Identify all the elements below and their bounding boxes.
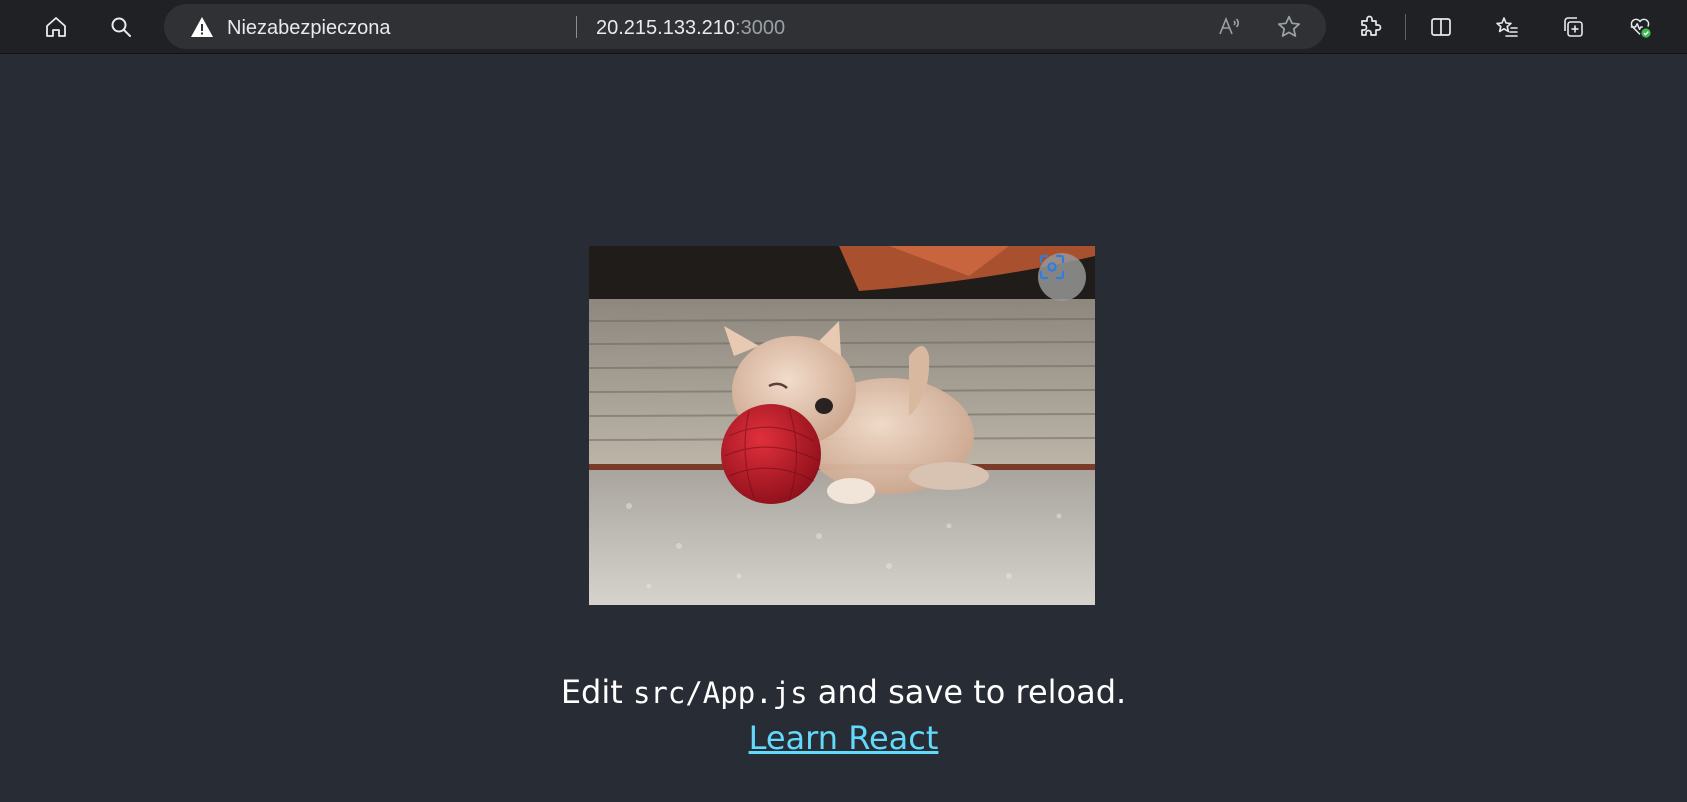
collections-button[interactable] bbox=[1553, 7, 1593, 47]
edit-instructions: Edit src/App.js and save to reload. bbox=[0, 672, 1687, 713]
split-screen-button[interactable] bbox=[1421, 7, 1461, 47]
url-port: :3000 bbox=[735, 17, 786, 39]
security-status-label[interactable]: Niezabezpieczona bbox=[227, 18, 390, 38]
kitten-image bbox=[589, 246, 1095, 605]
favorites-list-icon bbox=[1496, 17, 1518, 37]
edit-suffix: and save to reload. bbox=[807, 673, 1127, 711]
browser-essentials-button[interactable] bbox=[1620, 7, 1660, 47]
add-favorite-button[interactable] bbox=[1274, 12, 1304, 42]
react-app: Edit src/App.js and save to reload. Lear… bbox=[0, 54, 1687, 802]
favorites-button[interactable] bbox=[1487, 7, 1527, 47]
search-icon bbox=[111, 17, 131, 37]
address-bar[interactable]: Niezabezpieczona 20.215.133.210:3000 bbox=[164, 4, 1326, 49]
warning-icon bbox=[191, 17, 213, 37]
url-host: 20.215.133.210 bbox=[596, 17, 736, 39]
collections-icon bbox=[1564, 17, 1583, 37]
browser-essentials-icon bbox=[1630, 18, 1651, 38]
split-screen-icon bbox=[1431, 18, 1451, 36]
edit-prefix: Edit bbox=[560, 673, 633, 711]
browser-toolbar: Niezabezpieczona 20.215.133.210:3000 bbox=[0, 0, 1687, 54]
home-icon bbox=[46, 17, 66, 37]
url-text[interactable]: 20.215.133.210:3000 bbox=[596, 18, 785, 38]
read-aloud-button[interactable] bbox=[1214, 12, 1244, 42]
search-button[interactable] bbox=[101, 7, 141, 47]
extensions-button[interactable] bbox=[1350, 7, 1390, 47]
learn-react-container: Learn React bbox=[0, 718, 1687, 758]
edit-code-path: src/App.js bbox=[632, 676, 808, 710]
kitten-gif bbox=[589, 246, 1095, 605]
address-separator bbox=[576, 16, 577, 38]
read-aloud-icon bbox=[1219, 16, 1240, 35]
home-button[interactable] bbox=[36, 7, 76, 47]
favorite-star-icon bbox=[1277, 15, 1301, 37]
visual-search-icon bbox=[1039, 254, 1065, 280]
extensions-puzzle-icon bbox=[1361, 15, 1382, 36]
learn-react-link[interactable]: Learn React bbox=[749, 719, 939, 757]
visual-search-button[interactable] bbox=[1038, 253, 1086, 301]
toolbar-divider bbox=[1405, 14, 1406, 40]
